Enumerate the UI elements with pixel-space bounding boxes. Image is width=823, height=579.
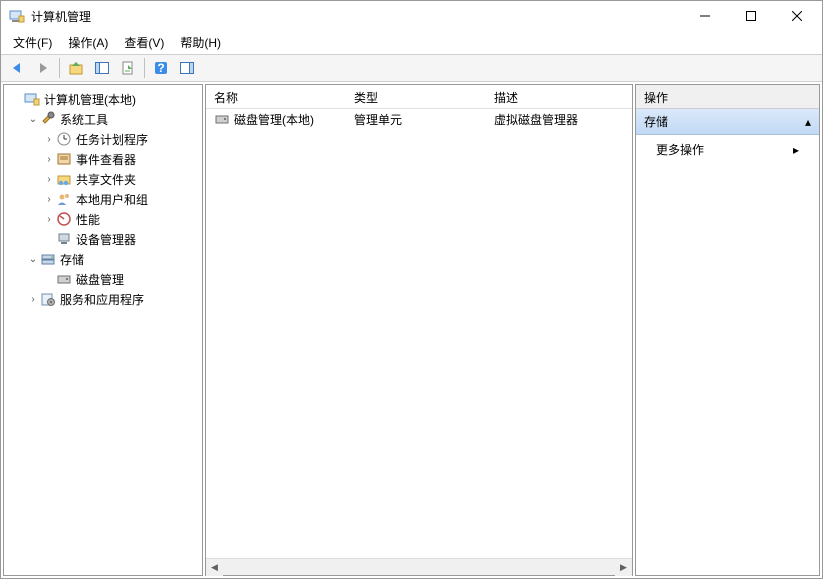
tree-label: 系统工具 xyxy=(60,111,108,128)
up-button[interactable] xyxy=(64,56,88,80)
tree-event-viewer[interactable]: › 事件查看器 xyxy=(38,149,200,169)
action-pane-header: 操作 xyxy=(636,85,819,109)
toolbar-separator xyxy=(59,58,60,78)
tree-device-manager[interactable]: 设备管理器 xyxy=(38,229,200,249)
services-icon xyxy=(40,291,56,307)
horizontal-scrollbar[interactable]: ◀ ▶ xyxy=(206,558,632,575)
back-button[interactable] xyxy=(5,56,29,80)
expand-icon[interactable]: › xyxy=(42,194,56,205)
tree-storage[interactable]: ⌄ 存储 xyxy=(22,249,200,269)
performance-icon xyxy=(56,211,72,227)
tools-icon xyxy=(40,111,56,127)
tree-label: 共享文件夹 xyxy=(76,171,136,188)
work-area: 计算机管理(本地) ⌄ 系统工具 › 任务计划程序 › 事件查看器 xyxy=(1,82,822,578)
expand-icon[interactable]: › xyxy=(42,134,56,145)
close-button[interactable] xyxy=(774,1,820,31)
app-icon xyxy=(9,8,25,24)
item-name: 磁盘管理(本地) xyxy=(234,111,314,128)
chevron-right-icon: ▸ xyxy=(793,143,799,157)
column-name[interactable]: 名称 xyxy=(206,85,346,108)
tree-label: 性能 xyxy=(76,211,100,228)
tree-system-tools[interactable]: ⌄ 系统工具 xyxy=(22,109,200,129)
window-title: 计算机管理 xyxy=(31,8,91,25)
collapse-icon[interactable]: ⌄ xyxy=(26,254,40,265)
device-icon xyxy=(56,231,72,247)
scroll-left-button[interactable]: ◀ xyxy=(206,559,223,576)
column-type[interactable]: 类型 xyxy=(346,85,486,108)
tree-label: 存储 xyxy=(60,251,84,268)
scroll-track[interactable] xyxy=(223,559,615,576)
forward-button[interactable] xyxy=(31,56,55,80)
list-item[interactable]: 磁盘管理(本地) 管理单元 虚拟磁盘管理器 xyxy=(206,109,632,129)
minimize-button[interactable] xyxy=(682,1,728,31)
help-button[interactable]: ? xyxy=(149,56,173,80)
collapse-arrow-icon: ▴ xyxy=(805,115,811,129)
tree-label: 本地用户和组 xyxy=(76,191,148,208)
toolbar: ? xyxy=(1,54,822,82)
event-icon xyxy=(56,151,72,167)
expand-icon[interactable]: › xyxy=(42,174,56,185)
cell-name: 磁盘管理(本地) xyxy=(206,109,346,130)
maximize-button[interactable] xyxy=(728,1,774,31)
tree-root[interactable]: 计算机管理(本地) xyxy=(6,89,200,109)
expand-icon[interactable]: › xyxy=(42,154,56,165)
tree-label: 计算机管理(本地) xyxy=(44,91,136,108)
action-label: 更多操作 xyxy=(656,141,704,158)
list-pane: 名称 类型 描述 磁盘管理(本地) 管理单元 虚拟磁盘管理器 ◀ ▶ xyxy=(205,84,633,576)
shared-folder-icon xyxy=(56,171,72,187)
action-pane: 操作 存储 ▴ 更多操作 ▸ xyxy=(635,84,820,576)
export-button[interactable] xyxy=(116,56,140,80)
svg-text:?: ? xyxy=(157,61,164,75)
menu-help[interactable]: 帮助(H) xyxy=(172,31,229,54)
tree-task-scheduler[interactable]: › 任务计划程序 xyxy=(38,129,200,149)
show-hide-tree-button[interactable] xyxy=(90,56,114,80)
action-category-storage[interactable]: 存储 ▴ xyxy=(636,109,819,135)
tree-label: 事件查看器 xyxy=(76,151,136,168)
tree-shared-folders[interactable]: › 共享文件夹 xyxy=(38,169,200,189)
tree-performance[interactable]: › 性能 xyxy=(38,209,200,229)
users-icon xyxy=(56,191,72,207)
menu-bar: 文件(F) 操作(A) 查看(V) 帮助(H) xyxy=(1,31,822,54)
title-bar: 计算机管理 xyxy=(1,1,822,31)
tree-disk-management[interactable]: 磁盘管理 xyxy=(38,269,200,289)
menu-action[interactable]: 操作(A) xyxy=(60,31,116,54)
tree-pane[interactable]: 计算机管理(本地) ⌄ 系统工具 › 任务计划程序 › 事件查看器 xyxy=(3,84,203,576)
menu-view[interactable]: 查看(V) xyxy=(116,31,172,54)
tree-label: 任务计划程序 xyxy=(76,131,148,148)
expand-icon[interactable]: › xyxy=(42,214,56,225)
disk-icon xyxy=(214,111,230,127)
tree-local-users[interactable]: › 本地用户和组 xyxy=(38,189,200,209)
scroll-right-button[interactable]: ▶ xyxy=(615,559,632,576)
list-header: 名称 类型 描述 xyxy=(206,85,632,109)
toolbar-separator xyxy=(144,58,145,78)
cell-desc: 虚拟磁盘管理器 xyxy=(486,109,632,130)
tree-label: 服务和应用程序 xyxy=(60,291,144,308)
expand-icon[interactable]: › xyxy=(26,294,40,305)
menu-file[interactable]: 文件(F) xyxy=(5,31,60,54)
cell-type: 管理单元 xyxy=(346,109,486,130)
disk-icon xyxy=(56,271,72,287)
column-desc[interactable]: 描述 xyxy=(486,85,632,108)
clock-icon xyxy=(56,131,72,147)
storage-icon xyxy=(40,251,56,267)
action-more[interactable]: 更多操作 ▸ xyxy=(636,135,819,164)
action-category-label: 存储 xyxy=(644,113,668,130)
tree-label: 磁盘管理 xyxy=(76,271,124,288)
computer-mgmt-icon xyxy=(24,91,40,107)
tree-services-apps[interactable]: › 服务和应用程序 xyxy=(22,289,200,309)
action-pane-button[interactable] xyxy=(175,56,199,80)
tree-label: 设备管理器 xyxy=(76,231,136,248)
collapse-icon[interactable]: ⌄ xyxy=(26,114,40,125)
